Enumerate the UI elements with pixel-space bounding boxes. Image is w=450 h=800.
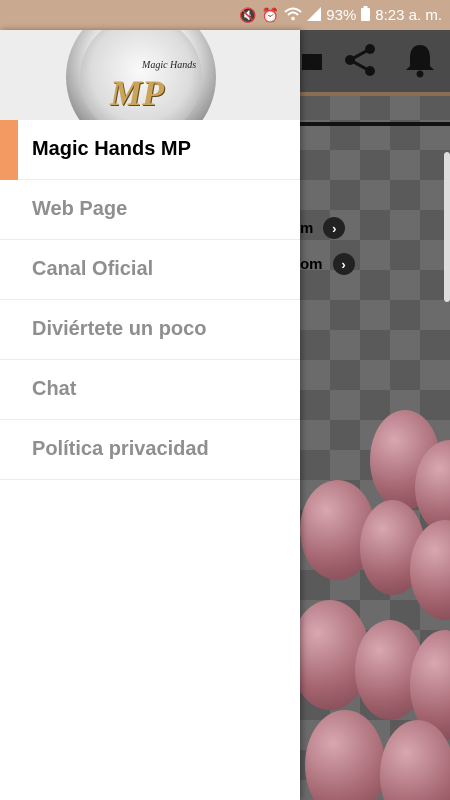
menu-item-label: Magic Hands MP — [32, 138, 191, 160]
notification-bell-icon[interactable] — [400, 40, 440, 80]
share-icon[interactable] — [340, 40, 380, 80]
balloons-image — [300, 410, 450, 800]
alarm-icon: ⏰ — [261, 6, 280, 23]
menu-item-magic-hands-mp[interactable]: Magic Hands MP — [0, 120, 300, 180]
edit-icon[interactable] — [302, 40, 342, 80]
logo-script-text: Magic Hands — [142, 60, 197, 71]
menu-item-diviertete-un-poco[interactable]: Diviértete un poco — [0, 300, 300, 360]
battery-icon — [361, 6, 371, 24]
app-list-row[interactable]: om › — [300, 252, 355, 276]
status-bar: 🔇 ⏰ 93% 8:23 a. m. — [0, 0, 450, 30]
menu-item-label: Chat — [32, 378, 77, 400]
balloon — [305, 710, 385, 800]
menu-item-label: Web Page — [32, 198, 128, 220]
navigation-drawer: Magic Hands MP Magic Hands MP Web Page C… — [0, 30, 300, 800]
menu-item-canal-oficial[interactable]: Canal Oficial — [0, 240, 300, 300]
mute-icon: 🔇 — [239, 6, 257, 23]
app-row-text: om — [300, 255, 323, 273]
battery-percent: 93% — [326, 6, 357, 24]
clock: 8:23 a. m. — [375, 6, 442, 24]
active-indicator — [0, 120, 18, 180]
app-list-row[interactable]: m › — [300, 216, 346, 240]
logo-emblem: Magic Hands MP — [80, 30, 202, 120]
wifi-icon — [284, 7, 302, 24]
balloon — [380, 720, 450, 800]
menu-item-label: Canal Oficial — [32, 258, 154, 280]
menu-item-chat[interactable]: Chat — [0, 360, 300, 420]
menu-item-label: Política privacidad — [32, 438, 209, 460]
app-row-text: m — [300, 219, 314, 237]
scrollbar[interactable] — [444, 152, 450, 302]
magic-hands-logo: Magic Hands MP — [66, 30, 216, 120]
menu-item-politica-privacidad[interactable]: Política privacidad — [0, 420, 300, 480]
chevron-right-icon: › — [323, 217, 346, 239]
logo-monogram: MP — [110, 73, 164, 113]
menu-item-label: Diviértete un poco — [32, 318, 207, 340]
drawer-header: Magic Hands MP — [0, 30, 300, 120]
signal-icon — [307, 6, 322, 24]
menu-item-web-page[interactable]: Web Page — [0, 180, 300, 240]
chevron-right-icon: › — [332, 253, 355, 275]
